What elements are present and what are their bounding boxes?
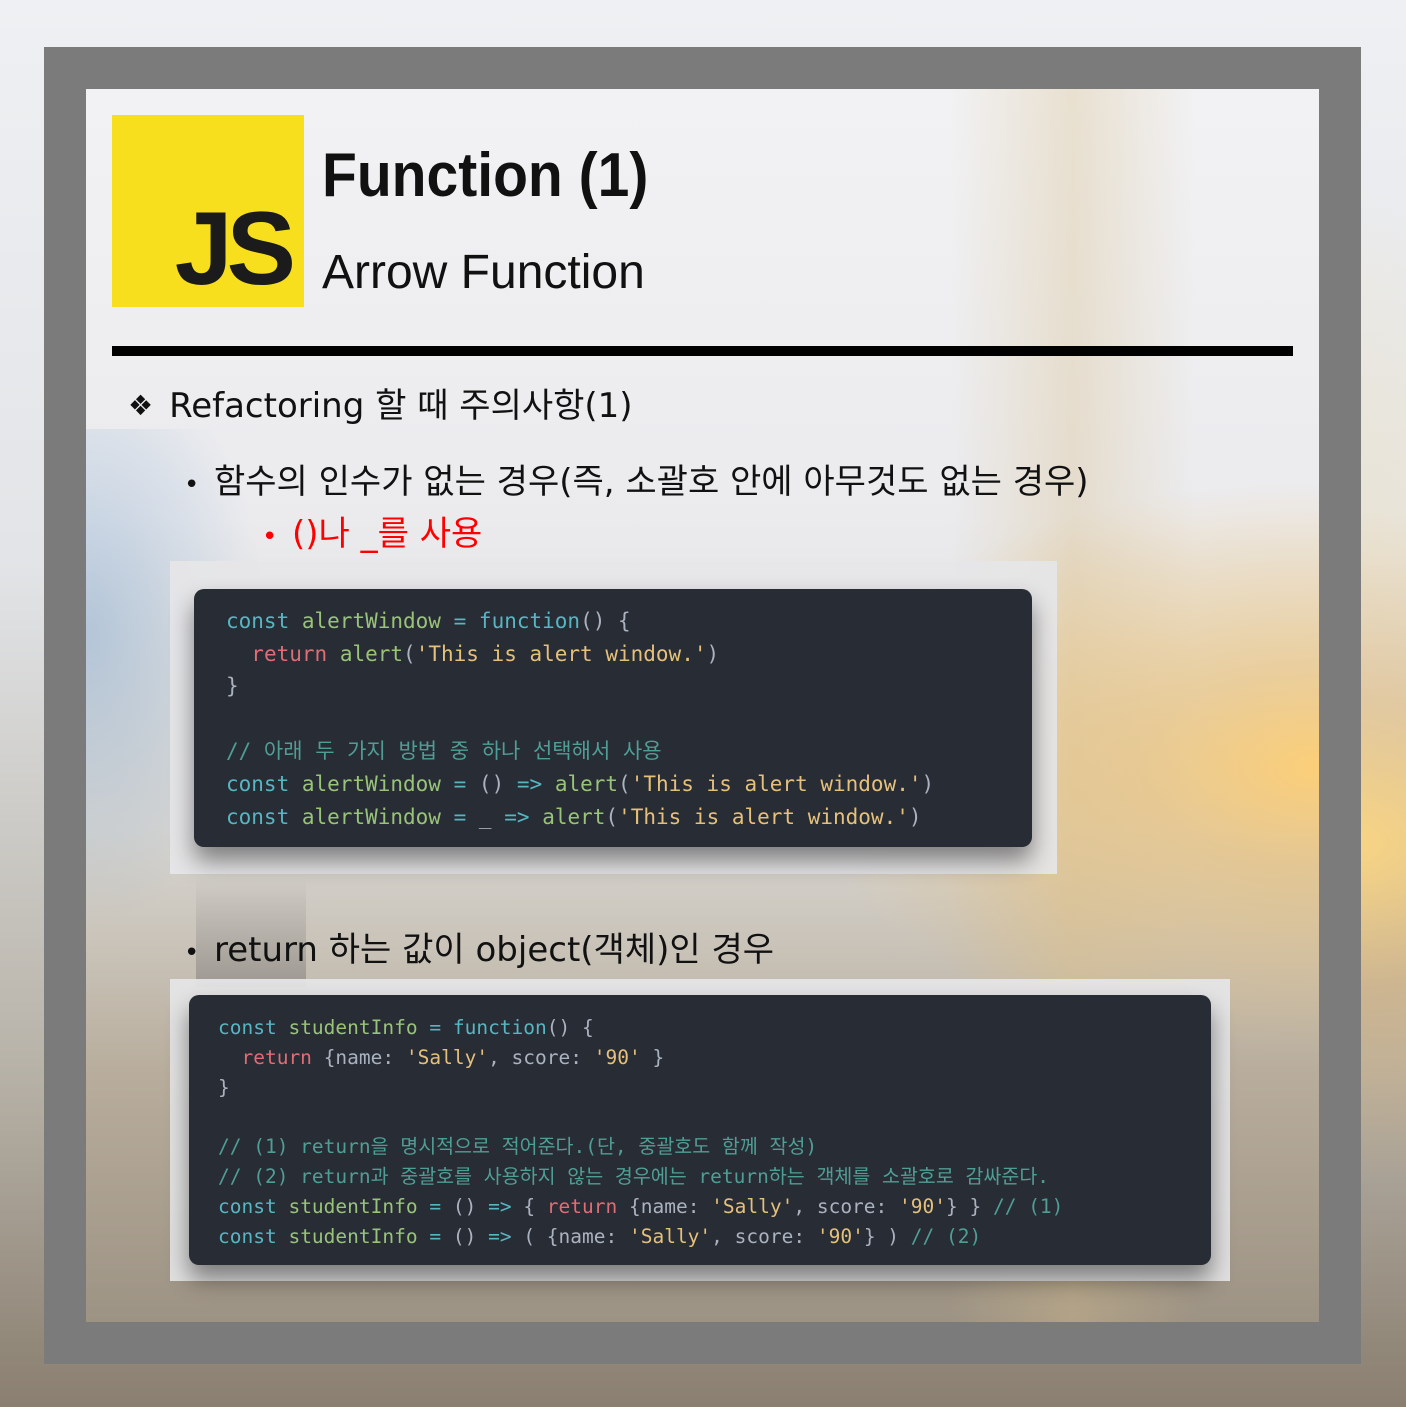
code-comment: // (1) return을 명시적으로 적어준다.(단, 중괄호도 함께 작성… [218,1135,818,1159]
page-title: Function (1) [322,141,649,210]
bullet-no-args-text: 함수의 인수가 없는 경우(즉, 소괄호 안에 아무것도 없는 경우) [214,462,1089,502]
bullet-no-args: • 함수의 인수가 없는 경우(즉, 소괄호 안에 아무것도 없는 경우) [184,465,1089,499]
code-line: const alertWindow = function() { [226,609,631,633]
js-logo-text: JS [174,191,296,307]
section-heading: ❖ Refactoring 할 때 주의사항(1) [128,389,633,423]
code-block-1: const alertWindow = function() { return … [194,589,1032,847]
code-line: const studentInfo = () => ( {name: 'Sall… [218,1224,982,1248]
four-diamond-icon: ❖ [128,389,154,422]
code-line: const studentInfo = () => { return {name… [218,1194,1064,1218]
js-logo: JS [112,115,304,307]
section-heading-text: Refactoring 할 때 주의사항(1) [169,386,633,426]
bullet-dot-icon: • [262,522,278,552]
code-block-2: const studentInfo = function() { return … [189,995,1211,1265]
bullet-no-args-tip-text: ()나 _를 사용 [292,514,483,554]
code-line: const alertWindow = _ => alert('This is … [226,804,922,829]
bullet-return-object: • return 하는 값이 object(객체)인 경우 [184,933,774,967]
bullet-return-object-text: return 하는 값이 object(객체)인 경우 [214,930,775,970]
bullet-dot-icon: • [184,470,200,500]
code-comment: // (2) return과 중괄호를 사용하지 않는 경우에는 return하… [218,1164,1050,1188]
title-divider [112,346,1293,356]
bullet-no-args-tip: • ()나 _를 사용 [262,517,482,551]
slide-panel: JS Function (1) Arrow Function ❖ Refacto… [86,89,1319,1322]
code-line: return {name: 'Sally', score: '90' } [241,1045,665,1069]
code-line: return alert('This is alert window.') [251,641,720,666]
code-line: const studentInfo = function() { [218,1016,594,1039]
code-line: } [226,674,239,699]
code-comment: // 아래 두 가지 방법 중 하나 선택해서 사용 [226,739,662,764]
bullet-dot-icon: • [184,938,200,968]
page-subtitle: Arrow Function [322,246,645,299]
code-line: } [218,1075,230,1099]
code-line: const alertWindow = () => alert('This is… [226,771,935,796]
